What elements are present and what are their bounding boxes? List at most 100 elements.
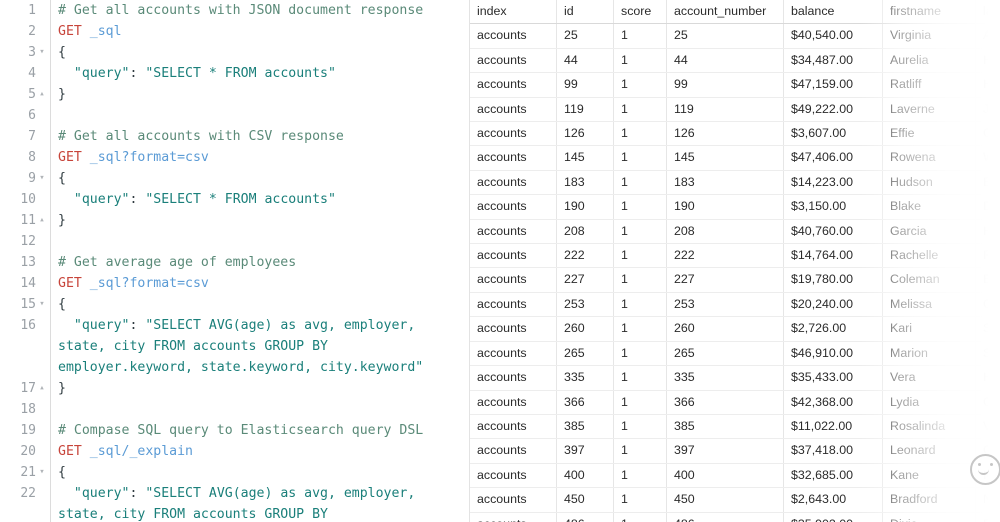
code-line-text[interactable]: # Compase SQL query to Elasticsearch que… — [58, 420, 470, 441]
table-row[interactable]: accounts2221222$14,764.00RachelleRice36M — [470, 243, 1000, 269]
fold-down-icon[interactable]: ▾ — [36, 42, 48, 63]
cell-lastname: Hansen — [975, 365, 1000, 391]
column-header-account_number[interactable]: account_number — [666, 0, 784, 25]
code-line[interactable]: 3 ▾ { — [0, 42, 470, 63]
code-line[interactable]: 15 ▾ { — [0, 294, 470, 315]
balance-amount: 46,910.00 — [797, 345, 854, 360]
line-number: 12 — [0, 231, 50, 252]
code-line-text[interactable]: GET _sql — [58, 21, 470, 42]
column-header-firstname[interactable]: firstname — [882, 0, 976, 25]
code-line-text[interactable]: "query": "SELECT AVG(age) as avg, employ… — [58, 315, 470, 378]
code-line-text[interactable]: GET _sql?format=csv — [58, 147, 470, 168]
table-row[interactable]: accounts1831183$14,223.00HudsonEnglish26… — [470, 170, 1000, 196]
cell-id: 183 — [556, 170, 614, 196]
table-row[interactable]: accounts1901190$3,150.00BlakeDavidson30F — [470, 194, 1000, 220]
code-line[interactable]: 14 GET _sql?format=csv — [0, 273, 470, 294]
token-comment: # Get average age of employees — [58, 255, 297, 270]
code-line[interactable]: 17 ▴} — [0, 378, 470, 399]
code-line[interactable]: 5 ▴} — [0, 84, 470, 105]
fold-down-icon[interactable]: ▾ — [36, 168, 48, 189]
code-line[interactable]: 10 "query": "SELECT * FROM accounts" — [0, 189, 470, 210]
cell-account_number: 385 — [666, 414, 784, 440]
column-header-balance[interactable]: balance — [783, 0, 883, 25]
table-row[interactable]: accounts2271227$19,780.00ColemanBerg22M — [470, 267, 1000, 293]
code-line-text[interactable] — [58, 105, 470, 126]
fold-up-icon[interactable]: ▴ — [36, 210, 48, 231]
code-line-text[interactable]: GET _sql/_explain — [58, 441, 470, 462]
table-row[interactable]: accounts25125$40,540.00VirginiaAyala39F — [470, 23, 1000, 49]
code-line-text[interactable]: { — [58, 42, 470, 63]
column-header-score[interactable]: score — [613, 0, 667, 25]
cell-balance: $37,418.00 — [783, 438, 883, 464]
fold-up-icon[interactable]: ▴ — [36, 378, 48, 399]
code-line-text[interactable]: GET _sql?format=csv — [58, 273, 470, 294]
fold-down-icon[interactable]: ▾ — [36, 294, 48, 315]
table-row[interactable]: accounts2531253$20,240.00MelissaGould31M — [470, 292, 1000, 318]
pane-divider[interactable] — [469, 0, 470, 522]
code-line[interactable]: 1 # Get all accounts with JSON document … — [0, 0, 470, 21]
code-line[interactable]: 4 "query": "SELECT * FROM accounts" — [0, 63, 470, 84]
table-row[interactable]: accounts4001400$32,685.00KaneKing21F — [470, 463, 1000, 489]
balance-amount: 42,368.00 — [797, 394, 854, 409]
code-lines-container[interactable]: 1 # Get all accounts with JSON document … — [0, 0, 470, 522]
code-editor-pane[interactable]: 1 # Get all accounts with JSON document … — [0, 0, 470, 522]
table-row[interactable]: accounts99199$47,159.00RatliffHeath39F — [470, 72, 1000, 98]
table-row[interactable]: accounts2601260$2,726.00KariSkinner30F — [470, 316, 1000, 342]
code-line[interactable]: 13 # Get average age of employees — [0, 252, 470, 273]
code-line-text[interactable]: { — [58, 462, 470, 483]
fold-up-icon[interactable]: ▴ — [36, 84, 48, 105]
balance-amount: 2,643.00 — [797, 492, 847, 507]
table-row[interactable]: accounts3661366$42,368.00LydiaCooke31M — [470, 390, 1000, 415]
code-line-text[interactable]: } — [58, 84, 470, 105]
code-line-text[interactable] — [58, 399, 470, 420]
results-table-pane[interactable]: index id score account_number balance firstna… — [470, 0, 1000, 522]
code-line[interactable]: 21 ▾ { — [0, 462, 470, 483]
code-line[interactable]: 9 ▾ { — [0, 168, 470, 189]
code-line[interactable]: 2 GET _sql — [0, 21, 470, 42]
cell-score: 1 — [613, 23, 667, 49]
code-line[interactable]: 8 GET _sql?format=csv — [0, 147, 470, 168]
code-line[interactable]: 12 — [0, 231, 470, 252]
code-line[interactable]: 6 — [0, 105, 470, 126]
table-row[interactable]: accounts4861486$35,902.00DixieFuentes22F — [470, 512, 1000, 522]
code-line-text[interactable]: } — [58, 378, 470, 399]
code-line-text[interactable]: "query": "SELECT * FROM accounts" — [58, 189, 470, 210]
table-row[interactable]: accounts3971397$37,418.00LeonardGray36F — [470, 438, 1000, 464]
balance-amount: 11,022.00 — [797, 418, 853, 433]
code-line-text[interactable]: "query": "SELECT AVG(age) as avg, employ… — [58, 483, 470, 522]
code-line-text[interactable]: # Get all accounts with JSON document re… — [58, 0, 470, 21]
code-line-text[interactable]: "query": "SELECT * FROM accounts" — [58, 63, 470, 84]
code-line-text[interactable]: { — [58, 294, 470, 315]
gutter-divider — [50, 21, 51, 42]
cell-index: accounts — [470, 170, 557, 196]
code-line[interactable]: 11 ▴} — [0, 210, 470, 231]
table-row[interactable]: accounts3351335$35,433.00VeraHansen24M — [470, 365, 1000, 391]
code-line-text[interactable] — [58, 231, 470, 252]
code-line-text[interactable]: # Get all accounts with CSV response — [58, 126, 470, 147]
table-row[interactable]: accounts44144$34,487.00AureliaHarding37M — [470, 48, 1000, 74]
table-row[interactable]: accounts3851385$11,022.00RosalindaValenc… — [470, 414, 1000, 440]
code-line[interactable]: 22 "query": "SELECT AVG(age) as avg, emp… — [0, 483, 470, 522]
column-header-id[interactable]: id — [556, 0, 614, 25]
column-header-lastname[interactable]: lastname — [975, 0, 1000, 25]
table-row[interactable]: accounts1451145$47,406.00RowenaWilkinson… — [470, 145, 1000, 171]
table-row[interactable]: accounts1191119$49,222.00LaverneJohnson2… — [470, 97, 1000, 123]
column-header-index[interactable]: index — [470, 0, 557, 25]
table-row[interactable]: accounts1261126$3,607.00EffieGates39F — [470, 121, 1000, 147]
table-row[interactable]: accounts4501450$2,643.00BradfordNiesen25… — [470, 487, 1000, 513]
code-line[interactable]: 7 # Get all accounts with CSV response — [0, 126, 470, 147]
code-line[interactable]: 19 # Compase SQL query to Elasticsearch … — [0, 420, 470, 441]
code-line-text[interactable]: { — [58, 168, 470, 189]
code-line-text[interactable]: } — [58, 210, 470, 231]
code-line[interactable]: 18 — [0, 399, 470, 420]
code-line[interactable]: 20 GET _sql/_explain — [0, 441, 470, 462]
table-row[interactable]: accounts2081208$40,760.00GarciaHess26F — [470, 219, 1000, 245]
code-line-text[interactable]: # Get average age of employees — [58, 252, 470, 273]
line-number: 10 — [0, 189, 50, 210]
code-line[interactable]: 16 "query": "SELECT AVG(age) as avg, emp… — [0, 315, 470, 378]
line-number: 5 ▴ — [0, 84, 50, 105]
fold-down-icon[interactable]: ▾ — [36, 462, 48, 483]
table-row[interactable]: accounts2651265$46,910.00MarionSchneider… — [470, 341, 1000, 367]
cell-score: 1 — [613, 316, 667, 342]
